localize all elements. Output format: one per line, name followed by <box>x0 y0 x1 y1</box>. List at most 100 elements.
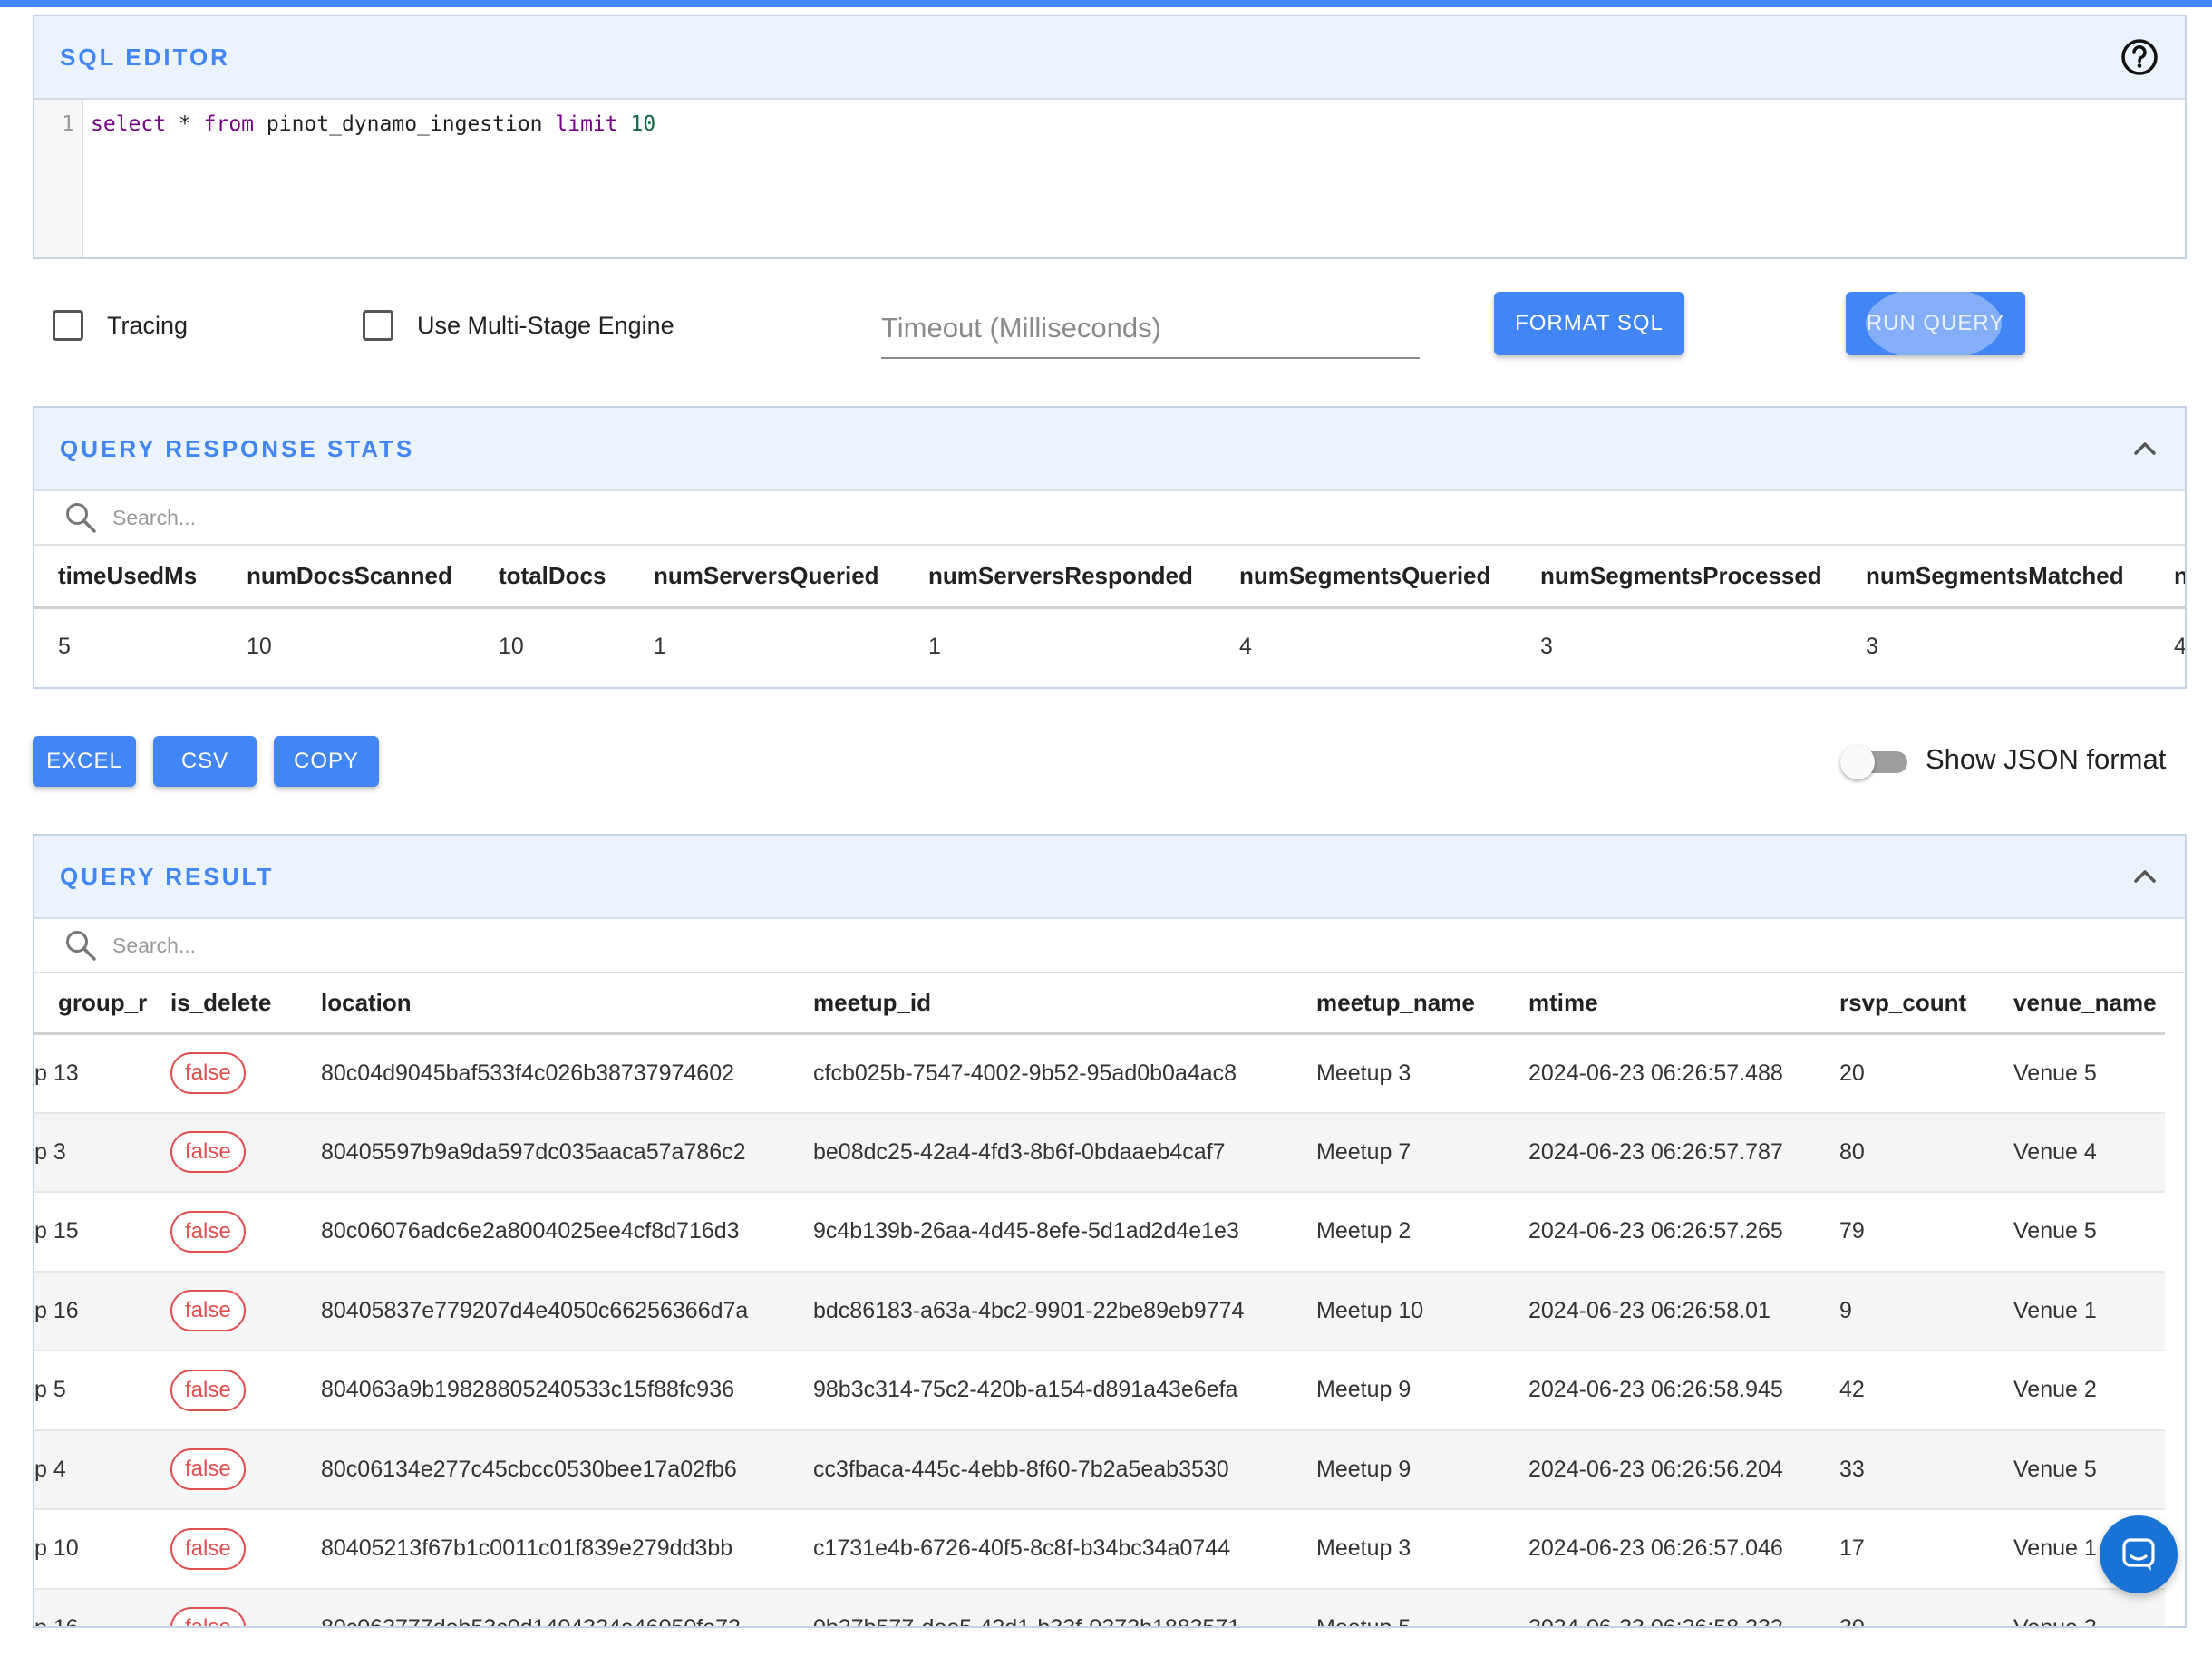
stats-table: timeUsedMs numDocsScanned totalDocs numS… <box>34 546 2185 685</box>
query-result-panel: QUERY RESULT group_r is_delete location … <box>33 834 2187 1628</box>
result-col-header[interactable]: location <box>297 973 790 1033</box>
stats-col-header[interactable]: n <box>2150 546 2185 607</box>
query-result-title: QUERY RESULT <box>60 862 275 890</box>
table-row: p 15 false 80c06076adc6e2a8004025ee4cf8d71… <box>34 1192 2165 1272</box>
keyword-limit: limit <box>555 112 618 136</box>
copy-button[interactable]: COPY <box>274 736 379 787</box>
help-circle-icon[interactable] <box>2120 37 2159 77</box>
stats-cell: 1 <box>654 634 666 660</box>
csv-button[interactable]: CSV <box>153 736 257 787</box>
timeout-input[interactable] <box>881 299 1420 359</box>
result-cell-venue-name: Venue 2 <box>2013 1614 2097 1628</box>
query-stats-title: QUERY RESPONSE STATS <box>60 434 415 462</box>
is-delete-cell: false <box>147 1113 297 1193</box>
result-cell-location: 80c04d9045baf533f4c026b38737974602 <box>321 1060 735 1086</box>
stats-col-header[interactable]: numSegmentsMatched <box>1842 546 2150 607</box>
result-col-header[interactable]: group_r <box>34 973 147 1033</box>
chat-bubble-icon[interactable] <box>2100 1515 2178 1593</box>
stats-col-header[interactable]: totalDocs <box>475 546 630 607</box>
result-cell-meetup-name: Meetup 2 <box>1316 1218 1412 1244</box>
result-cell-venue-name: Venue 4 <box>2013 1138 2097 1165</box>
result-search-input[interactable] <box>111 932 655 959</box>
result-cell-group-r: p 13 <box>34 1060 79 1086</box>
result-col-header[interactable]: meetup_id <box>790 973 1293 1033</box>
result-cell-group-r: p 16 <box>34 1297 79 1323</box>
stats-search-input[interactable] <box>111 504 655 531</box>
result-col-header[interactable]: meetup_name <box>1293 973 1505 1033</box>
result-cell-meetup-id: c1731e4b-6726-40f5-8c8f-b34bc34a0744 <box>813 1535 1231 1562</box>
sql-editor-panel: SQL EDITOR 1 select * from pinot_dynamo_… <box>33 15 2187 259</box>
result-cell-location: 804063a9b19828805240533c15f88fc936 <box>321 1377 735 1403</box>
tracing-checkbox[interactable] <box>53 310 83 341</box>
result-cell-meetup-name: Meetup 9 <box>1316 1377 1412 1403</box>
is-delete-cell: false <box>147 1351 297 1430</box>
result-cell-meetup-name: Meetup 5 <box>1316 1614 1412 1628</box>
sql-code-line[interactable]: select * from pinot_dynamo_ingestion lim… <box>83 100 2185 257</box>
result-cell-meetup-id: 9c4b139b-26aa-4d45-8efe-5d1ad2d4e1e3 <box>813 1218 1239 1244</box>
stats-col-header[interactable]: timeUsedMs <box>34 546 223 607</box>
is-delete-chip: false <box>170 1369 246 1411</box>
result-cell-meetup-id: 0b27b577-dee5-42d1-b33f-0372b1883571 <box>813 1614 1241 1628</box>
json-toggle-label: Show JSON format <box>1926 743 2167 775</box>
stats-cell: 10 <box>247 634 272 660</box>
line-number: 1 <box>62 112 74 136</box>
stats-cell: 10 <box>499 634 524 660</box>
stats-col-header[interactable]: numSegmentsProcessed <box>1517 546 1842 607</box>
result-cell-meetup-name: Meetup 10 <box>1316 1297 1424 1323</box>
result-cell-group-r: p 3 <box>34 1138 66 1165</box>
multistage-label: Use Multi-Stage Engine <box>417 311 674 339</box>
result-col-header[interactable]: rsvp_count <box>1816 973 1990 1033</box>
result-cell-rsvp-count: 42 <box>1839 1377 1865 1403</box>
result-col-header[interactable]: venue_name <box>1990 973 2165 1033</box>
result-cell-meetup-id: cc3fbaca-445c-4ebb-8f60-7b2a5eab3530 <box>813 1456 1229 1482</box>
code-editor[interactable]: 1 select * from pinot_dynamo_ingestion l… <box>34 100 2185 257</box>
result-cell-location: 80405213f67b1c0011c01f839e279dd3bb <box>321 1535 733 1562</box>
result-cell-rsvp-count: 33 <box>1839 1456 1865 1482</box>
result-cell-venue-name: Venue 5 <box>2013 1060 2097 1086</box>
result-cell-location: 80c063777deb53c0d1404324a46050fe72 <box>321 1614 741 1628</box>
result-cell-mtime: 2024-06-23 06:26:57.265 <box>1528 1218 1783 1244</box>
table-row: p 5 false 804063a9b19828805240533c15f88fc9… <box>34 1351 2165 1430</box>
result-col-header[interactable]: is_delete <box>147 973 297 1033</box>
query-stats-header[interactable]: QUERY RESPONSE STATS <box>34 408 2185 491</box>
result-cell-rsvp-count: 80 <box>1839 1138 1865 1165</box>
result-col-header[interactable]: mtime <box>1505 973 1816 1033</box>
line-number-gutter: 1 <box>34 100 83 257</box>
result-cell-meetup-name: Meetup 3 <box>1316 1060 1412 1086</box>
top-accent-bar <box>0 0 2212 7</box>
result-cell-meetup-name: Meetup 3 <box>1316 1535 1412 1562</box>
stats-col-header[interactable]: numServersQueried <box>630 546 905 607</box>
excel-button[interactable]: EXCEL <box>33 736 136 787</box>
result-cell-location: 80c06134e277c45cbcc0530bee17a02fb6 <box>321 1456 737 1482</box>
chevron-up-icon[interactable] <box>2130 862 2159 891</box>
result-cell-venue-name: Venue 2 <box>2013 1377 2097 1403</box>
result-cell-mtime: 2024-06-23 06:26:56.204 <box>1528 1456 1783 1482</box>
result-cell-mtime: 2024-06-23 06:26:58.01 <box>1528 1297 1771 1323</box>
table-row: p 16 false 80405837e779207d4e4050c66256366… <box>34 1271 2165 1351</box>
format-sql-button[interactable]: FORMAT SQL <box>1494 292 1684 355</box>
result-cell-mtime: 2024-06-23 06:26:57.787 <box>1528 1138 1783 1165</box>
json-toggle-switch[interactable] <box>1840 745 1875 779</box>
result-cell-venue-name: Venue 5 <box>2013 1456 2097 1482</box>
tracing-option[interactable]: Tracing <box>53 310 188 341</box>
result-cell-meetup-id: 98b3c314-75c2-420b-a154-d891a43e6efa <box>813 1377 1238 1403</box>
stats-col-header[interactable]: numDocsScanned <box>223 546 475 607</box>
result-cell-rsvp-count: 30 <box>1839 1614 1865 1628</box>
run-query-button[interactable]: RUN QUERY <box>1846 292 2025 355</box>
query-result-header[interactable]: QUERY RESULT <box>34 836 2185 919</box>
stats-col-header[interactable]: numServersResponded <box>905 546 1216 607</box>
code-star: * <box>166 112 204 136</box>
is-delete-cell: false <box>147 1272 297 1351</box>
result-cell-group-r: p 16 <box>34 1614 79 1628</box>
multistage-checkbox[interactable] <box>363 310 393 341</box>
result-cell-location: 80405597b9a9da597dc035aaca57a786c2 <box>321 1138 746 1165</box>
stats-search-row <box>34 491 2185 546</box>
is-delete-chip: false <box>170 1607 246 1626</box>
chevron-up-icon[interactable] <box>2130 434 2159 463</box>
is-delete-cell: false <box>147 1589 297 1626</box>
result-cell-mtime: 2024-06-23 06:26:58.232 <box>1528 1614 1783 1628</box>
multistage-option[interactable]: Use Multi-Stage Engine <box>363 310 674 341</box>
search-icon <box>66 931 96 961</box>
stats-col-header[interactable]: numSegmentsQueried <box>1216 546 1517 607</box>
